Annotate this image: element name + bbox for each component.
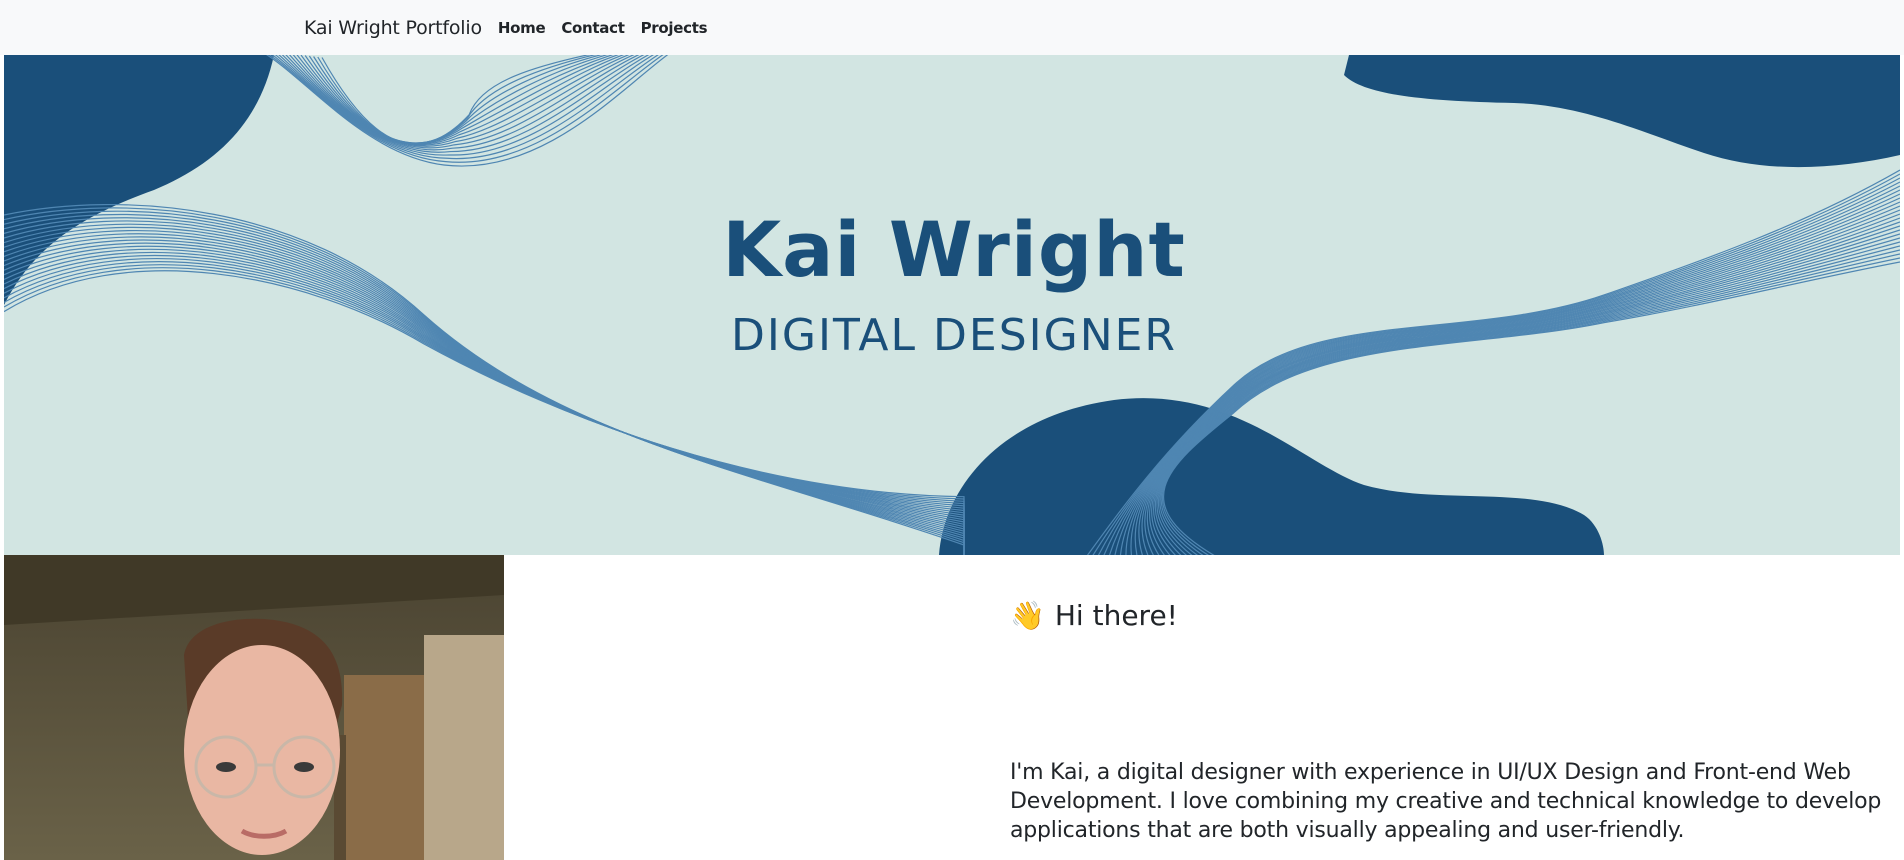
wave-line bbox=[4, 248, 965, 555]
bio-paragraph: I'm Kai, a digital designer with experie… bbox=[1010, 760, 1882, 843]
intro-section: 👋 Hi there! I'm Kai, a digital designer … bbox=[1010, 555, 1890, 860]
navbar-brand[interactable]: Kai Wright Portfolio bbox=[304, 17, 482, 39]
wave-line bbox=[4, 264, 965, 555]
wave-line bbox=[4, 261, 965, 555]
wave-lines-top bbox=[265, 55, 669, 167]
wave-line bbox=[313, 55, 603, 144]
wave-line bbox=[304, 55, 614, 144]
blob-top-right bbox=[1344, 55, 1900, 168]
hero-role: DIGITAL DESIGNER bbox=[731, 310, 1177, 361]
wave-line bbox=[265, 55, 669, 167]
blob-bottom-center bbox=[939, 398, 1604, 555]
wave-line bbox=[300, 55, 620, 144]
navbar: Kai Wright Portfolio Home Contact Projec… bbox=[0, 0, 1904, 55]
wave-line bbox=[4, 251, 965, 555]
wave-line bbox=[4, 254, 965, 555]
waving-hand-icon: 👋 bbox=[1010, 599, 1045, 632]
greeting-text: Hi there! bbox=[1054, 599, 1178, 632]
nav-link-contact[interactable]: Contact bbox=[561, 19, 625, 37]
greeting-heading: 👋 Hi there! bbox=[1010, 599, 1178, 632]
hero-banner: Kai Wright DIGITAL DESIGNER bbox=[4, 55, 1900, 555]
portrait-illustration bbox=[4, 555, 504, 860]
nav-link-projects[interactable]: Projects bbox=[641, 19, 708, 37]
nav-link-home[interactable]: Home bbox=[498, 19, 546, 37]
profile-photo bbox=[4, 555, 504, 860]
hero-background-art bbox=[4, 55, 1900, 555]
wave-line bbox=[4, 258, 965, 555]
hero-name: Kai Wright bbox=[722, 205, 1186, 294]
